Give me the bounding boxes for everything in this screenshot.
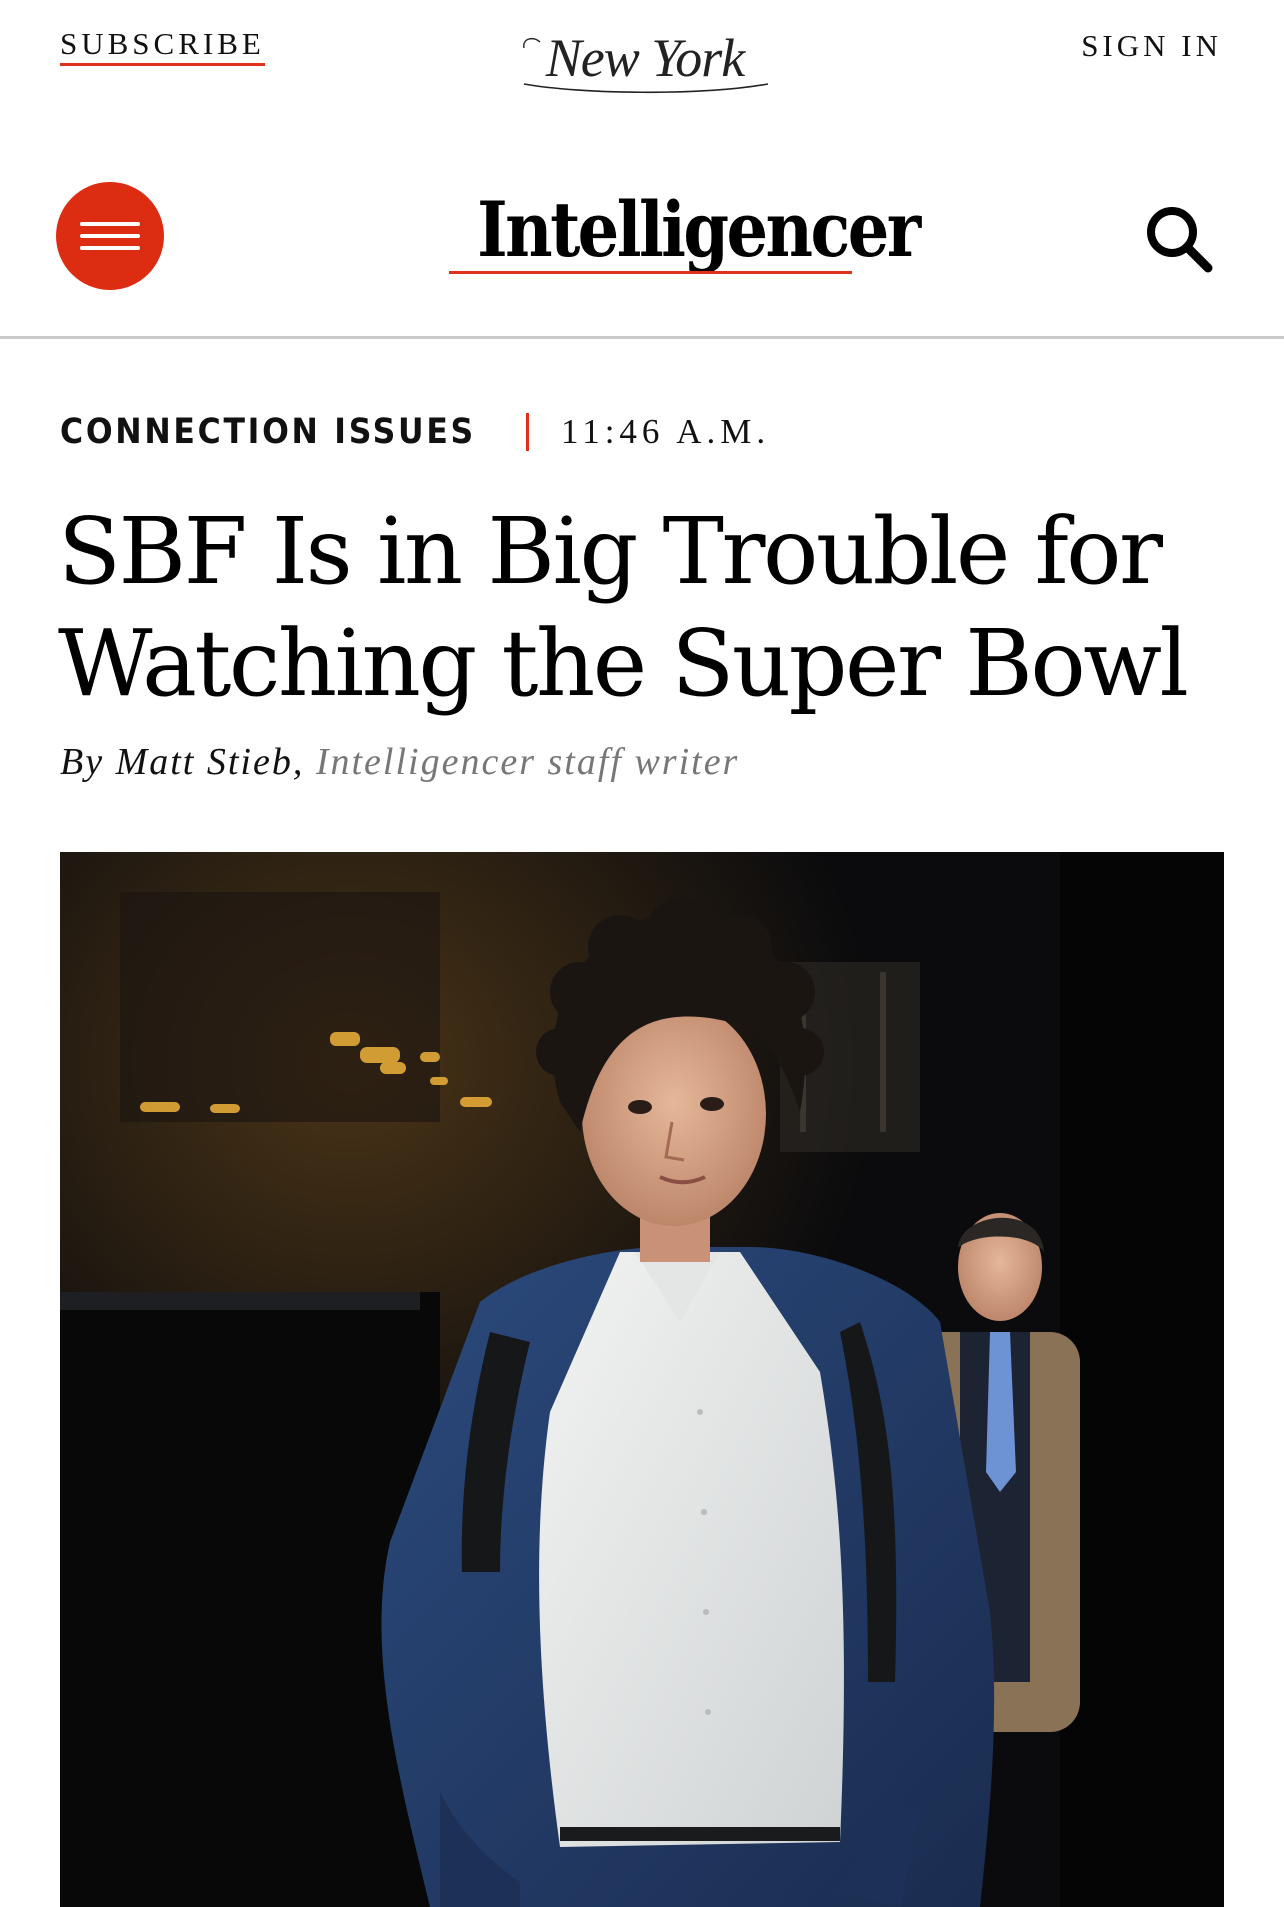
byline-role: Intelligencer staff writer <box>315 741 740 783</box>
publish-time: 11:46 A.M. <box>561 412 771 451</box>
byline: By Matt Stieb, Intelligencer staff write… <box>60 740 739 784</box>
new-york-logo[interactable]: New York <box>500 18 790 98</box>
hamburger-menu-icon <box>80 216 140 256</box>
section-nav: Intelligencer <box>0 160 1284 339</box>
sign-in-link[interactable]: SIGN IN <box>1081 30 1222 61</box>
new-york-logo-text: New York <box>545 28 747 88</box>
rubric-tag[interactable]: CONNECTION ISSUES <box>60 412 473 452</box>
lead-photo <box>60 852 1224 1907</box>
menu-button[interactable] <box>56 182 164 290</box>
search-icon[interactable] <box>1142 202 1218 278</box>
lead-photo-illustration <box>60 852 1224 1907</box>
subscribe-link[interactable]: SUBSCRIBE <box>60 28 265 66</box>
rubric-divider <box>526 413 529 451</box>
byline-author[interactable]: By Matt Stieb, <box>60 741 304 783</box>
article-rubric: CONNECTION ISSUES 11:46 A.M. <box>60 408 770 456</box>
section-logo-underline <box>449 271 852 274</box>
article-headline: SBF Is in Big Trouble for Watching the S… <box>58 498 1189 717</box>
section-logo[interactable]: Intelligencer <box>477 190 921 270</box>
utility-bar: SUBSCRIBE New York SIGN IN <box>0 0 1284 120</box>
